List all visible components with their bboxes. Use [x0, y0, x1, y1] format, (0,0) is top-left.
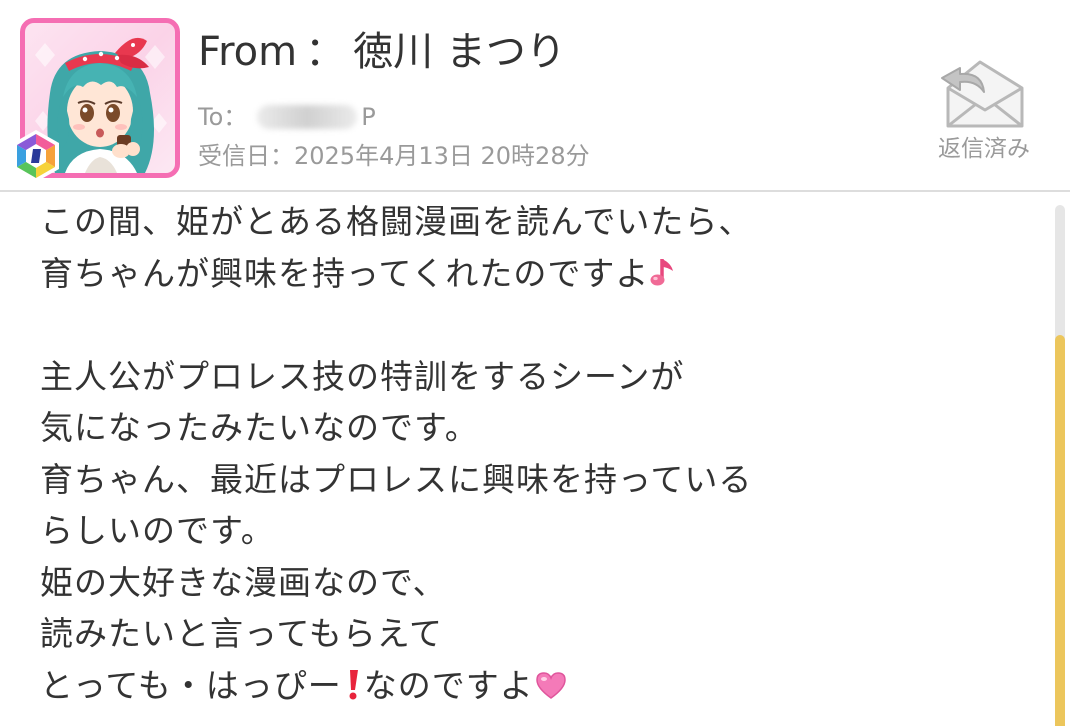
message-line-3 [40, 299, 1040, 351]
message-line-10: とっても・はっぴー なのですよ [40, 660, 1040, 712]
reply-status-label: 返信済み [938, 136, 1030, 162]
message-text: 育ちゃん、最近はプロレスに興味を持っている [40, 459, 753, 499]
music-note-icon [650, 258, 674, 285]
sender-line: From：徳川 まつり [198, 26, 566, 78]
message-line-5: 気になったみたいなのです。 [40, 402, 1040, 454]
message-text: とっても・はっぴー [40, 665, 342, 705]
scrollbar-thumb[interactable] [1055, 335, 1065, 726]
header-divider [0, 190, 1070, 192]
message-text: なのですよ [363, 665, 534, 705]
envelope-reply-icon [941, 60, 1024, 128]
message-text: 姫の大好きな漫画なので、 [40, 562, 447, 602]
recipient-line: To： P [198, 101, 376, 133]
message-line-6: 育ちゃん、最近はプロレスに興味を持っている [40, 454, 1040, 506]
message-line-7: らしいのです。 [40, 505, 1040, 557]
reply-button[interactable]: 返信済み [920, 40, 1048, 172]
from-label: From [198, 29, 298, 75]
sender-name: 徳川 まつり [353, 29, 566, 75]
idol-type-badge-icon [13, 130, 59, 182]
message-line-1: この間、姫がとある格闘漫画を読んでいたら、 [40, 196, 1040, 248]
message-line-8: 姫の大好きな漫画なので、 [40, 557, 1040, 609]
from-separator: ： [305, 29, 346, 75]
exclamation-icon [349, 669, 358, 699]
message-text: らしいのです。 [40, 511, 275, 550]
message-body: この間、姫がとある格闘漫画を読んでいたら、 育ちゃんが興味を持ってくれたのですよ… [40, 196, 1040, 711]
message-line-9: 読みたいと言ってもらえて [40, 608, 1040, 660]
received-date: 受信日：2025年4月13日 20時28分 [198, 142, 590, 170]
message-text: 主人公がプロレス技の特訓をするシーンが [40, 356, 685, 396]
scrollbar[interactable] [1055, 205, 1065, 726]
mail-header: From：徳川 まつり To： P 受信日：2025年4月13日 20時28分 返… [0, 0, 1070, 190]
message-text: 読みたいと言ってもらえて [40, 614, 444, 653]
message-line-4: 主人公がプロレス技の特訓をするシーンが [40, 351, 1040, 403]
message-text: この間、姫がとある格闘漫画を読んでいたら、 [40, 202, 753, 241]
heart-icon [535, 671, 566, 699]
to-label: To： [198, 103, 248, 131]
message-text: 気になったみたいなのです。 [40, 408, 479, 447]
recipient-name-redacted [257, 105, 358, 129]
message-line-2: 育ちゃんが興味を持ってくれたのですよ [40, 248, 1040, 300]
message-text: 育ちゃんが興味を持ってくれたのですよ [40, 253, 650, 293]
recipient-suffix: P [361, 103, 376, 131]
